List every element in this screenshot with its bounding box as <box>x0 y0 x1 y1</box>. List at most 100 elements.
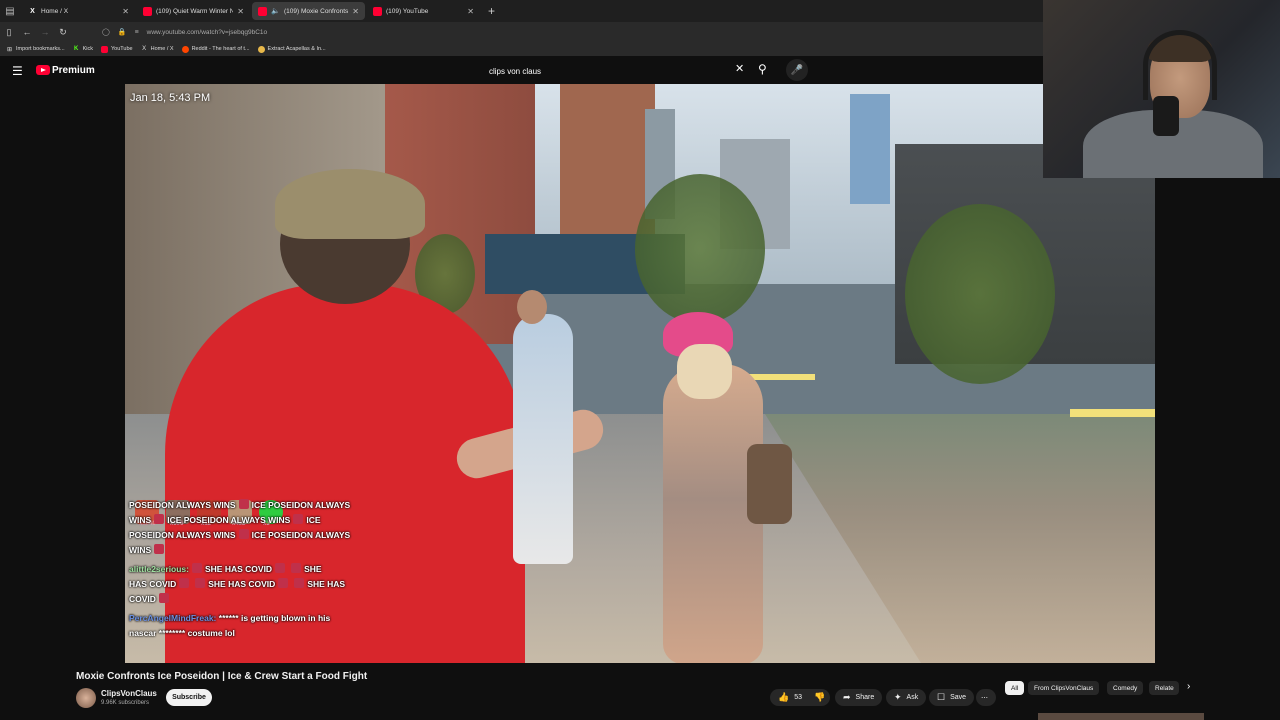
premium-brand[interactable]: Premium <box>52 65 95 76</box>
reload-icon[interactable]: ↻ <box>54 27 72 38</box>
chat-line: WINS <box>129 543 369 558</box>
youtube-icon <box>143 6 152 16</box>
bookmark-x[interactable]: X Home / X <box>141 46 173 53</box>
bookmark-icon: ☐ <box>937 692 946 702</box>
chat-line: nascar ******** costume lol <box>129 628 235 638</box>
forward-arrow-icon[interactable]: → <box>36 27 54 37</box>
drop-emote-icon <box>238 499 249 509</box>
chip-from-channel[interactable]: From ClipsVonClaus <box>1028 681 1100 695</box>
close-tab-icon[interactable]: ✕ <box>352 7 359 16</box>
chip-all[interactable]: All <box>1005 681 1025 695</box>
clear-search-icon[interactable]: ✕ <box>735 62 744 75</box>
channel-avatar[interactable] <box>76 688 96 708</box>
channel-name[interactable]: ClipsVonClaus <box>101 689 157 698</box>
drop-emote-icon <box>154 514 165 524</box>
url-text: www.youtube.com/watch?v=jsebqg9bC1o <box>146 28 268 36</box>
dislike-button[interactable]: 👎 <box>806 689 830 706</box>
x-icon: X <box>30 7 35 15</box>
bookmark-reddit[interactable]: Reddit - The heart of t... <box>181 45 250 53</box>
video-person-hair <box>677 344 732 399</box>
close-tab-icon[interactable]: ✕ <box>122 7 129 16</box>
microphone-icon <box>1153 96 1179 136</box>
video-player[interactable]: Jan 18, 5:43 PM x1040 x596 x12 x432 x3 P… <box>125 84 1155 663</box>
browser-tab-x[interactable]: X Home / X ✕ <box>22 2 135 20</box>
close-tab-icon[interactable]: ✕ <box>237 7 244 16</box>
search-icon[interactable]: ⚲ <box>758 62 767 76</box>
bookmark-youtube[interactable]: YouTube <box>101 45 133 53</box>
new-tab-button[interactable]: + <box>488 4 495 18</box>
like-button[interactable]: 👍 53 <box>770 689 806 706</box>
drop-emote-icon <box>238 529 249 539</box>
chat-line: alittle2serious: SHE HAS COVID SHE <box>129 563 322 574</box>
video-person-camera-guy-head <box>517 290 547 324</box>
x-icon: X <box>142 46 147 52</box>
streamer-webcam <box>1043 0 1280 178</box>
save-button[interactable]: ☐ Save <box>929 689 975 706</box>
video-scene-tree <box>635 174 765 324</box>
bookmark-import[interactable]: ⊞ Import bookmarks... <box>6 46 65 53</box>
thumbs-up-icon: 👍 <box>778 692 790 702</box>
video-scene-building <box>850 94 890 204</box>
like-count: 53 <box>794 694 803 701</box>
video-scene-tree <box>905 204 1055 384</box>
headphones-icon <box>1143 30 1217 100</box>
reddit-icon <box>181 45 189 53</box>
tab-label: Home / X <box>41 7 69 15</box>
tab-sidebar-icon[interactable]: ▤ <box>0 0 20 22</box>
address-bar: ▯ ← → ↻ ◯ 🔒 ≡ www.youtube.com/watch?v=js… <box>0 22 1043 42</box>
page-info-icon: ≡ <box>134 28 139 36</box>
drop-emote-icon <box>291 563 302 573</box>
video-person-camera-guy <box>513 314 573 564</box>
video-timestamp: Jan 18, 5:43 PM <box>130 92 211 104</box>
hamburger-menu-icon[interactable]: ☰ <box>12 64 23 78</box>
shield-icon: ◯ <box>102 29 110 36</box>
folder-icon <box>257 45 265 53</box>
chat-line: HAS COVID SHE HAS COVID SHE HAS <box>129 578 346 589</box>
more-icon: ⋯ <box>981 694 988 702</box>
url-field[interactable]: ◯ 🔒 ≡ www.youtube.com/watch?v=jsebqg9bC1… <box>102 28 268 37</box>
chevron-right-icon[interactable]: › <box>1187 681 1190 692</box>
kick-icon: K <box>73 46 79 52</box>
search-input[interactable]: clips von claus <box>480 63 750 79</box>
bookmark-extract[interactable]: Extract Acapellas & In... <box>257 45 326 53</box>
subscriber-count: 9.96K subscribers <box>101 700 150 706</box>
chat-username: alittle2serious: <box>129 564 189 574</box>
drop-emote-icon <box>293 514 304 524</box>
stream-chat-overlay: POSEIDON ALWAYS WINS ICE POSEIDON ALWAYS … <box>129 498 369 641</box>
sidebar-toggle-icon[interactable]: ▯ <box>0 27 18 38</box>
chat-line: PercAngelMindFreak: ****** is getting bl… <box>129 613 331 623</box>
chat-line: COVID <box>129 592 369 607</box>
chat-line: WINS ICE POSEIDON ALWAYS WINS ICE <box>129 514 321 525</box>
youtube-logo-icon[interactable] <box>36 65 50 75</box>
drop-emote-icon <box>278 578 289 588</box>
drop-emote-icon <box>179 578 190 588</box>
tab-label: (109) Quiet Warm Winter Night <box>156 7 234 15</box>
tab-label: (109) Moxie Confronts Ice P <box>284 7 349 15</box>
drop-emote-icon <box>195 578 206 588</box>
browser-tab-quiet-warm[interactable]: (109) Quiet Warm Winter Night ✕ <box>137 2 250 20</box>
drop-emote-icon <box>154 544 165 554</box>
ask-button[interactable]: ✦ Ask <box>886 689 927 706</box>
drop-emote-icon <box>192 563 202 573</box>
chat-line: POSEIDON ALWAYS WINS ICE POSEIDON ALWAYS <box>129 499 351 510</box>
browser-tab-youtube[interactable]: (109) YouTube ✕ <box>367 2 480 20</box>
import-icon: ⊞ <box>6 46 13 53</box>
youtube-header: ☰ Premium clips von claus ✕ ⚲ 🎤 <box>0 56 1043 84</box>
chip-related[interactable]: Relate <box>1149 681 1179 695</box>
recommended-thumbnail[interactable] <box>1038 713 1204 720</box>
youtube-icon <box>101 45 108 53</box>
share-icon: ➦ <box>843 692 851 702</box>
close-tab-icon[interactable]: ✕ <box>467 7 474 16</box>
speaker-icon[interactable]: 🔈 <box>271 7 280 16</box>
subscribe-button[interactable]: Subscribe <box>166 689 212 706</box>
chat-line: POSEIDON ALWAYS WINS ICE POSEIDON ALWAYS <box>129 529 351 540</box>
back-arrow-icon[interactable]: ← <box>18 27 36 37</box>
more-actions-button[interactable]: ⋯ <box>976 689 996 706</box>
sparkle-icon: ✦ <box>894 692 902 702</box>
bookmark-kick[interactable]: K Kick <box>73 46 93 53</box>
microphone-icon[interactable]: 🎤 <box>786 59 808 81</box>
browser-tab-moxie[interactable]: 🔈 (109) Moxie Confronts Ice P ✕ <box>252 2 365 20</box>
share-button[interactable]: ➦ Share <box>835 689 883 706</box>
youtube-icon <box>373 6 382 16</box>
chip-comedy[interactable]: Comedy <box>1107 681 1144 695</box>
